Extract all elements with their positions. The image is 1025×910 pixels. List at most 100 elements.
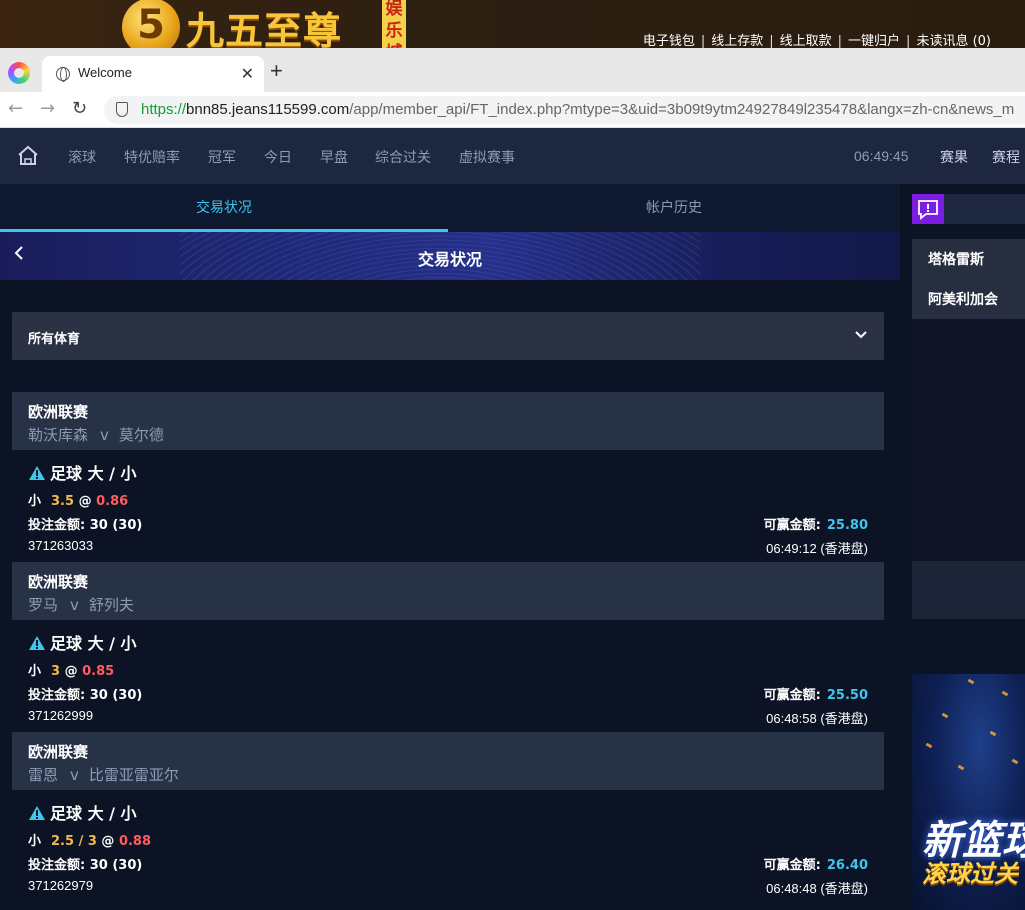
nav-early[interactable]: 早盘 [320, 147, 348, 167]
bet-league: 欧洲联赛 [28, 743, 89, 761]
bet-type: 足球 大 / 小 [28, 800, 137, 824]
side-footer-strip [912, 561, 1025, 619]
bet-stake: 投注金额: 30 (30) [28, 854, 142, 873]
nav-virtual[interactable]: 虚拟赛事 [459, 147, 515, 167]
bet-odds: 0.88 [118, 834, 152, 849]
at-sign: @ [64, 664, 78, 679]
url-field[interactable]: https://bnn85.jeans115599.com/app/member… [104, 96, 1025, 124]
stake-label: 投注金额: [28, 518, 86, 533]
main-panel: 交易状况 帐户历史 交易状况 所有体育 欧洲联赛 勒沃库森 v 莫尔德 足球 大 /… [0, 184, 900, 910]
home-team: 罗马 [28, 596, 59, 614]
tab-title: Welcome [78, 65, 132, 80]
promo-banner[interactable]: 新篮球 滚球过关 [912, 674, 1025, 910]
brand-logo[interactable]: 5 九五至尊 娱乐城 [118, 0, 408, 48]
side-team-item[interactable]: 塔格雷斯 [928, 249, 984, 269]
link-deposit[interactable]: 线上存款 [711, 34, 763, 48]
nav-schedule[interactable]: 赛程 [992, 147, 1020, 167]
bet-side: 小 [28, 494, 42, 509]
page-title: 交易状况 [417, 250, 482, 269]
bet-body: 足球 大 / 小 小 2.5 / 3 @ 0.88 投注金额: 30 (30) 可… [12, 790, 884, 902]
at-sign: @ [78, 494, 92, 509]
brand-banner: 5 九五至尊 娱乐城 电子钱包 | 线上存款 | 线上取款 | 一键归户 | 未读讯息 (0) [0, 0, 1025, 48]
tab-transactions[interactable]: 交易状况 [0, 184, 448, 232]
home-icon[interactable] [17, 145, 39, 165]
bet-odds: 0.85 [82, 664, 115, 679]
link-unread-messages[interactable]: 未读讯息 (0) [916, 34, 991, 48]
bet-teams: 勒沃库森 v 莫尔德 [28, 424, 868, 445]
shield-icon[interactable] [116, 102, 128, 117]
reload-button[interactable]: ↻ [72, 98, 87, 119]
main-nav: 滚球 特优赔率 冠军 今日 早盘 综合过关 虚拟赛事 06:49:45 赛果 赛… [0, 128, 1025, 184]
win-label: 可赢金额: [763, 688, 821, 703]
nav-results[interactable]: 赛果 [940, 147, 968, 167]
nav-outrights[interactable]: 冠军 [208, 147, 236, 167]
bet-potential-win: 可赢金额: 25.80 [764, 514, 868, 533]
url-host: bnn85.jeans115599.com [186, 101, 350, 118]
bet-time: 06:49:12 (香港盘) [766, 541, 868, 556]
link-consolidate[interactable]: 一键归户 [848, 34, 900, 48]
nav-inplay[interactable]: 滚球 [68, 147, 96, 167]
home-team: 勒沃库森 [28, 426, 89, 444]
home-team: 雷恩 [28, 766, 59, 784]
bet-type-label: 足球 大 / 小 [50, 804, 137, 823]
bet-handicap: 3.5 [51, 494, 75, 509]
away-team: 舒列夫 [88, 596, 134, 614]
browser-tab[interactable]: Welcome ✕ [42, 56, 264, 92]
bet-header: 欧洲联赛 勒沃库森 v 莫尔德 [12, 392, 884, 450]
vs-label: v [70, 766, 79, 784]
sport-filter-value: 所有体育 [28, 332, 81, 347]
link-e-wallet[interactable]: 电子钱包 [643, 34, 695, 48]
brand-tag: 娱乐城 [382, 0, 406, 48]
divider: | [769, 34, 774, 48]
link-withdraw[interactable]: 线上取款 [780, 34, 832, 48]
bet-potential-win: 可赢金额: 26.40 [764, 854, 868, 873]
bet-stake: 投注金额: 30 (30) [28, 514, 142, 533]
side-panel: 塔格雷斯 阿美利加会 新篮球 滚球过关 [900, 184, 1025, 910]
bet-handicap: 2.5 / 3 [51, 834, 97, 849]
win-value: 25.50 [826, 688, 868, 703]
tab-account-history[interactable]: 帐户历史 [450, 184, 898, 232]
back-button[interactable]: ← [8, 98, 23, 119]
nav-parlay[interactable]: 综合过关 [375, 147, 431, 167]
bet-side: 小 [28, 834, 42, 849]
win-value: 26.40 [826, 858, 868, 873]
side-content-area [912, 319, 1025, 561]
stake-value: 30 (30) [89, 858, 143, 873]
bet-card: 欧洲联赛 勒沃库森 v 莫尔德 足球 大 / 小 小 3.5 @ 0.86 投注金额:… [12, 392, 884, 562]
nav-today[interactable]: 今日 [264, 147, 292, 167]
away-team: 莫尔德 [118, 426, 164, 444]
bet-type: 足球 大 / 小 [28, 630, 137, 654]
url-path: /app/member_api/FT_index.php?mtype=3&uid… [349, 101, 1015, 118]
divider: | [700, 34, 706, 48]
bet-selection: 小3 @ 0.85 [28, 660, 114, 679]
chat-button[interactable] [912, 194, 944, 224]
at-sign: @ [101, 834, 115, 849]
win-label: 可赢金额: [763, 858, 821, 873]
divider: | [906, 34, 911, 48]
stake-value: 30 (30) [89, 688, 143, 703]
nav-special-odds[interactable]: 特优赔率 [124, 147, 180, 167]
bet-id: 371263033 [28, 538, 94, 553]
divider: | [837, 34, 843, 48]
stake-label: 投注金额: [28, 688, 86, 703]
account-links: 电子钱包 | 线上存款 | 线上取款 | 一键归户 | 未读讯息 (0) [643, 30, 991, 48]
brand-logo-circle: 5 [122, 0, 180, 48]
win-label: 可赢金额: [763, 518, 821, 533]
bet-body: 足球 大 / 小 小3 @ 0.85 投注金额: 30 (30) 可赢金额: 25… [12, 620, 884, 732]
chat-alert-icon [918, 200, 938, 220]
url-text: https://bnn85.jeans115599.com/app/member… [141, 101, 1014, 118]
new-tab-button[interactable]: + [270, 60, 283, 82]
close-icon[interactable]: ✕ [241, 64, 254, 84]
forward-button[interactable]: → [40, 98, 55, 119]
browser-address-bar: ← → ↻ https://bnn85.jeans115599.com/app/… [0, 92, 1025, 128]
stake-value: 30 (30) [89, 518, 143, 533]
bet-type-label: 足球 大 / 小 [50, 634, 137, 653]
browser-logo-icon[interactable] [8, 62, 30, 84]
bet-selection: 小 2.5 / 3 @ 0.88 [28, 830, 151, 849]
side-team-item[interactable]: 阿美利加会 [928, 289, 998, 309]
brand-name: 九五至尊 [186, 8, 343, 48]
bet-card: 欧洲联赛 罗马 v 舒列夫 足球 大 / 小 小3 @ 0.85 投注金额: 30 … [12, 562, 884, 732]
sport-filter-dropdown[interactable]: 所有体育 [12, 312, 884, 360]
bet-header: 欧洲联赛 雷恩 v 比雷亚雷亚尔 [12, 732, 884, 790]
browser-tab-bar: Welcome ✕ + [0, 48, 1025, 92]
